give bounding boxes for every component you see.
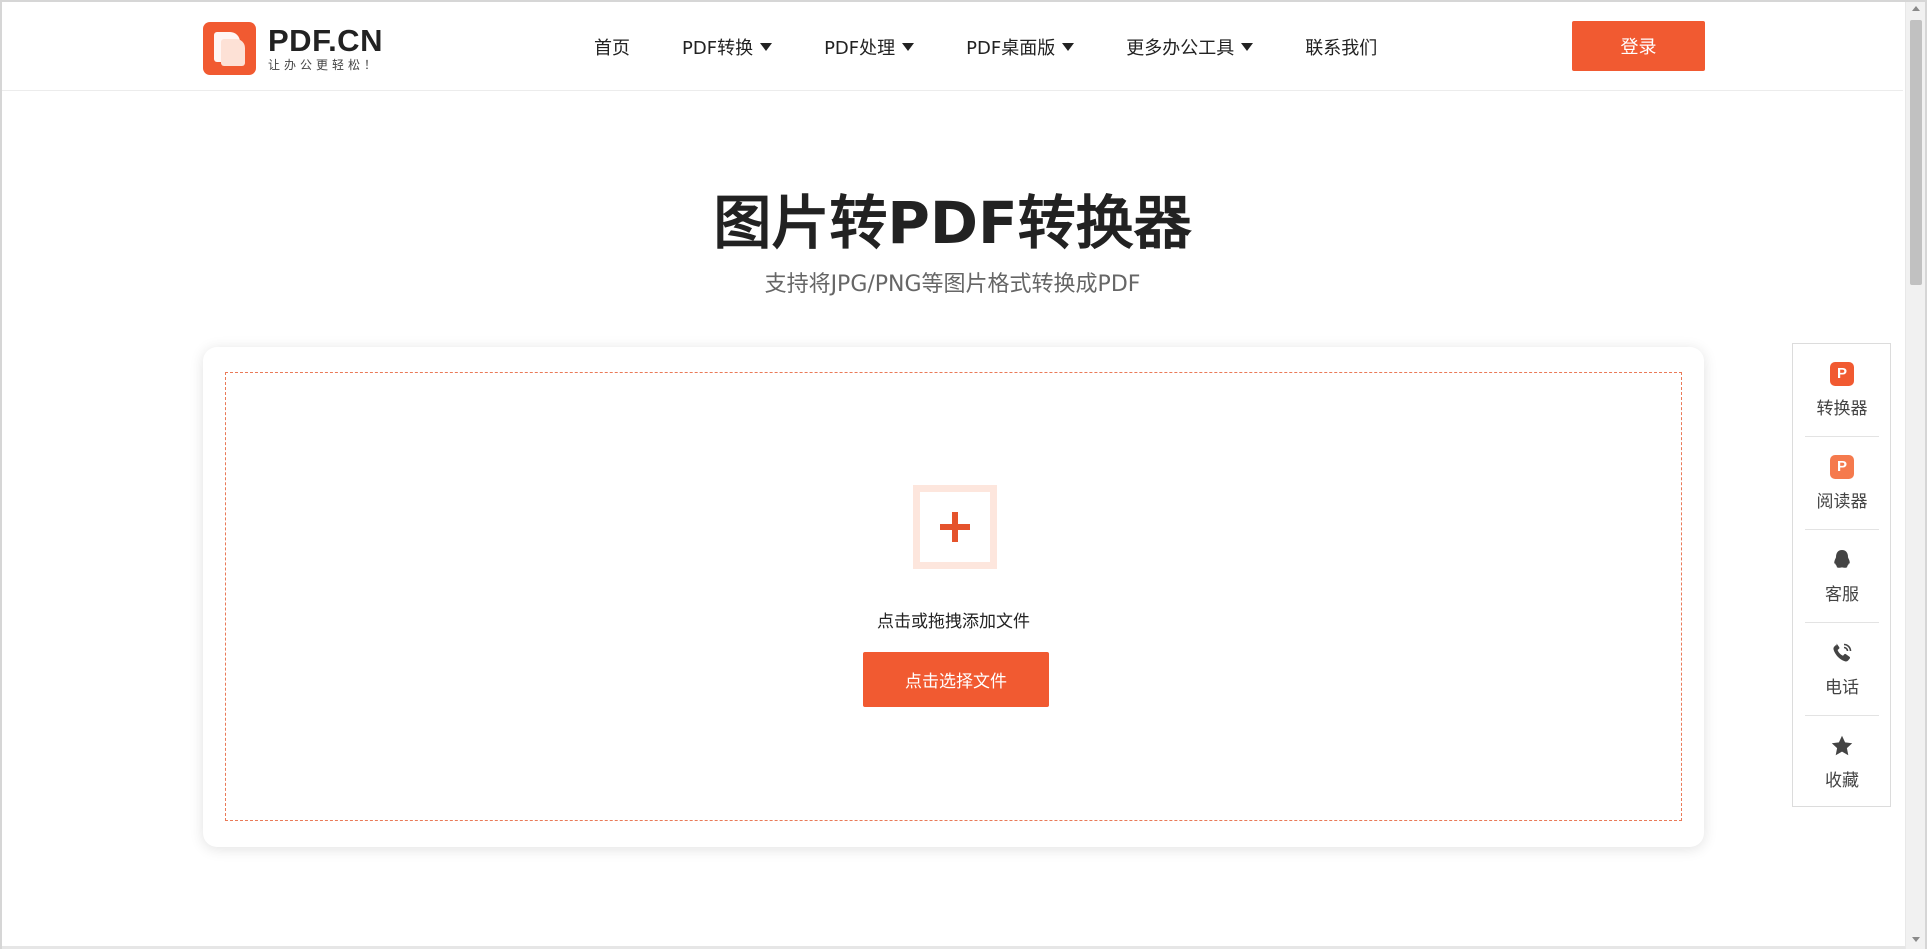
logo-name: PDF.CN <box>268 22 383 58</box>
nav-label: PDF转换 <box>682 37 754 59</box>
floating-sidebar: P 转换器 P 阅读器 客服 电话 收藏 <box>1792 343 1891 807</box>
nav-more-tools[interactable]: 更多办公工具 <box>1126 34 1254 60</box>
sidebar-item-favorite[interactable]: 收藏 <box>1805 716 1879 808</box>
sidebar-item-service[interactable]: 客服 <box>1805 530 1879 622</box>
main-nav: 首页 PDF转换 PDF处理 PDF桌面版 更多办公工具 联系我们 <box>594 2 1429 91</box>
choose-file-button[interactable]: 点击选择文件 <box>863 652 1049 707</box>
pdf-converter-icon: P <box>1830 362 1854 386</box>
sidebar-item-phone[interactable]: 电话 <box>1805 623 1879 715</box>
scroll-thumb[interactable] <box>1910 20 1922 285</box>
page-title: 图片转PDF转换器 <box>713 189 1192 257</box>
nav-pdf-convert[interactable]: PDF转换 <box>682 34 773 60</box>
add-file-icon[interactable] <box>913 485 997 569</box>
sidebar-item-label: 收藏 <box>1825 771 1859 791</box>
nav-label: 首页 <box>594 37 630 59</box>
caret-down-icon <box>1241 42 1254 51</box>
sidebar-item-converter[interactable]: P 转换器 <box>1805 344 1879 436</box>
nav-pdf-process[interactable]: PDF处理 <box>824 34 915 60</box>
scroll-up-icon[interactable] <box>1912 6 1920 11</box>
page-subtitle: 支持将JPG/PNG等图片格式转换成PDF <box>764 272 1141 297</box>
phone-icon <box>1833 643 1852 662</box>
site-logo[interactable]: PDF.CN 让办公更轻松！ <box>203 21 383 76</box>
upload-card: 点击或拖拽添加文件 点击选择文件 <box>203 347 1704 847</box>
scroll-down-icon[interactable] <box>1912 937 1920 942</box>
nav-label: 更多办公工具 <box>1126 37 1235 59</box>
drop-hint: 点击或拖拽添加文件 <box>877 612 1030 632</box>
site-header: PDF.CN 让办公更轻松！ 首页 PDF转换 PDF处理 PDF桌面版 更多办… <box>2 2 1903 91</box>
nav-contact[interactable]: 联系我们 <box>1305 34 1377 60</box>
nav-label: PDF桌面版 <box>966 37 1056 59</box>
caret-down-icon <box>902 42 915 51</box>
sidebar-item-label: 电话 <box>1825 678 1859 698</box>
logo-slogan: 让办公更轻松！ <box>268 57 381 72</box>
qq-icon <box>1834 550 1850 568</box>
caret-down-icon <box>1062 42 1075 51</box>
nav-pdf-desktop[interactable]: PDF桌面版 <box>966 34 1075 60</box>
sidebar-item-label: 转换器 <box>1816 399 1868 419</box>
sidebar-item-label: 客服 <box>1825 585 1859 605</box>
vertical-scrollbar[interactable] <box>1905 2 1925 949</box>
login-button[interactable]: 登录 <box>1572 21 1705 71</box>
nav-label: 联系我们 <box>1305 37 1378 59</box>
pdf-reader-icon: P <box>1830 455 1854 479</box>
pdf-logo-icon <box>203 22 256 75</box>
caret-down-icon <box>760 42 773 51</box>
nav-home[interactable]: 首页 <box>594 34 630 60</box>
star-icon <box>1831 735 1853 756</box>
nav-label: PDF处理 <box>824 37 896 59</box>
sidebar-item-reader[interactable]: P 阅读器 <box>1805 437 1879 529</box>
sidebar-item-label: 阅读器 <box>1816 492 1868 512</box>
file-dropzone[interactable]: 点击或拖拽添加文件 点击选择文件 <box>225 372 1682 821</box>
